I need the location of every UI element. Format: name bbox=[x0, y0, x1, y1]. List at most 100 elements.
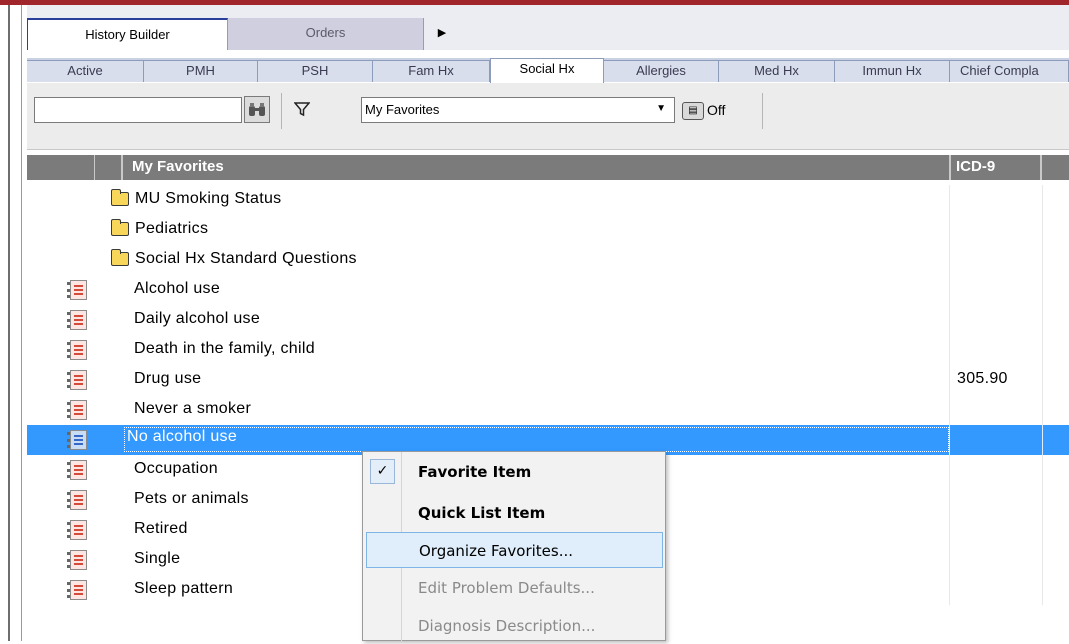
tab-orders[interactable]: Orders bbox=[228, 18, 424, 50]
folder-icon bbox=[111, 189, 129, 206]
left-divider-inner bbox=[21, 5, 22, 641]
binoculars-icon bbox=[249, 103, 265, 116]
toggle-off-button[interactable]: ▤ Off bbox=[682, 97, 725, 123]
menu-item-label: Quick List Item bbox=[418, 504, 546, 522]
column-line bbox=[949, 275, 950, 305]
item-label: Death in the family, child bbox=[134, 340, 315, 357]
history-item-icon bbox=[67, 490, 87, 510]
column-line bbox=[1042, 395, 1043, 425]
filter-icon[interactable] bbox=[294, 101, 310, 117]
toolbar-separator bbox=[281, 93, 282, 129]
subtab-psh[interactable]: PSH bbox=[258, 60, 373, 82]
item-label: No alcohol use bbox=[124, 427, 949, 452]
subtab-fam-hx[interactable]: Fam Hx bbox=[373, 60, 490, 82]
column-line bbox=[949, 545, 950, 575]
history-item-icon bbox=[67, 340, 87, 360]
toggle-off-label: Off bbox=[707, 102, 726, 118]
folder-row[interactable]: Social Hx Standard Questions bbox=[27, 245, 1069, 275]
item-label: Occupation bbox=[134, 460, 218, 477]
menu-item-organize-favorites[interactable]: Organize Favorites... bbox=[366, 532, 663, 568]
folder-icon bbox=[111, 249, 129, 266]
binoculars-search-button[interactable] bbox=[244, 96, 270, 123]
item-icd: 305.90 bbox=[957, 370, 1008, 387]
item-label: Sleep pattern bbox=[134, 580, 234, 597]
column-line bbox=[949, 215, 950, 245]
menu-item-edit-problem-defaults[interactable]: Edit Problem Defaults... bbox=[366, 570, 663, 606]
folder-row[interactable]: MU Smoking Status bbox=[27, 185, 1069, 215]
column-line bbox=[949, 455, 950, 485]
item-label: Daily alcohol use bbox=[134, 310, 261, 327]
menu-item-diagnosis-description[interactable]: Diagnosis Description... bbox=[366, 608, 663, 644]
column-line bbox=[1042, 185, 1043, 215]
subtab-immun-hx[interactable]: Immun Hx bbox=[835, 60, 950, 82]
item-label: Alcohol use bbox=[134, 280, 221, 297]
list-item[interactable]: Daily alcohol use bbox=[27, 305, 1069, 335]
menu-item-favorite-item[interactable]: ✓ Favorite Item bbox=[366, 454, 663, 490]
folder-row[interactable]: Pediatrics bbox=[27, 215, 1069, 245]
subtab-med-hx[interactable]: Med Hx bbox=[719, 60, 835, 82]
history-subtab-bar: Active PMH PSH Fam Hx Social Hx Allergie… bbox=[27, 58, 1069, 83]
favorites-dropdown-value: My Favorites bbox=[365, 102, 440, 117]
column-line bbox=[1042, 305, 1043, 335]
history-item-icon bbox=[67, 370, 87, 390]
history-item-icon bbox=[67, 400, 87, 420]
grid-header-icd9[interactable]: ICD-9 bbox=[949, 155, 1042, 180]
left-divider bbox=[8, 5, 10, 641]
column-line bbox=[1042, 335, 1043, 365]
column-line bbox=[1042, 425, 1043, 455]
column-line bbox=[949, 245, 950, 275]
tab-history-builder[interactable]: History Builder bbox=[27, 18, 228, 50]
history-item-icon bbox=[67, 430, 87, 450]
left-margin bbox=[0, 5, 27, 641]
folder-label: Social Hx Standard Questions bbox=[135, 250, 357, 267]
column-line bbox=[1042, 515, 1043, 545]
column-line bbox=[949, 365, 950, 395]
column-line bbox=[949, 425, 950, 455]
grid-header-blank bbox=[27, 155, 95, 180]
search-input[interactable] bbox=[34, 97, 242, 123]
column-line bbox=[1042, 455, 1043, 485]
subtab-pmh[interactable]: PMH bbox=[144, 60, 258, 82]
checkmark-icon: ✓ bbox=[370, 459, 395, 484]
subtab-chief-complaint[interactable]: Chief Compla bbox=[950, 60, 1069, 82]
item-label: Never a smoker bbox=[134, 400, 252, 417]
favorites-dropdown[interactable]: My Favorites ▼ bbox=[361, 97, 675, 123]
history-item-icon bbox=[67, 580, 87, 600]
item-label: Retired bbox=[134, 520, 188, 537]
menu-item-label: Edit Problem Defaults... bbox=[418, 579, 595, 597]
item-label: Pets or animals bbox=[134, 490, 249, 507]
item-label: Single bbox=[134, 550, 181, 567]
subtab-allergies[interactable]: Allergies bbox=[604, 60, 719, 82]
tab-scroll-right-icon[interactable]: ▶ bbox=[432, 18, 452, 50]
menu-item-quick-list-item[interactable]: Quick List Item bbox=[366, 495, 663, 531]
column-line bbox=[949, 335, 950, 365]
search-toolbar: My Favorites ▼ ▤ Off bbox=[27, 83, 1069, 150]
top-tab-bar: History Builder Orders ▶ bbox=[27, 5, 1069, 50]
history-item-icon bbox=[67, 460, 87, 480]
menu-item-label: Organize Favorites... bbox=[419, 542, 574, 560]
column-line bbox=[1042, 365, 1043, 395]
list-item[interactable]: Drug use 305.90 bbox=[27, 365, 1069, 395]
subtab-social-hx[interactable]: Social Hx bbox=[490, 58, 604, 83]
item-label: Drug use bbox=[134, 370, 202, 387]
folder-icon bbox=[111, 219, 129, 236]
grid-header: My Favorites ICD-9 bbox=[27, 155, 1069, 180]
grid-header-title[interactable]: My Favorites bbox=[132, 158, 224, 175]
folder-label: Pediatrics bbox=[135, 220, 209, 237]
history-item-icon bbox=[67, 280, 87, 300]
history-item-icon bbox=[67, 550, 87, 570]
column-line bbox=[949, 185, 950, 215]
toolbar-separator bbox=[762, 93, 763, 129]
column-line bbox=[1042, 485, 1043, 515]
subtab-active[interactable]: Active bbox=[27, 60, 144, 82]
list-item[interactable]: Death in the family, child bbox=[27, 335, 1069, 365]
column-line bbox=[1042, 245, 1043, 275]
column-line bbox=[1042, 545, 1043, 575]
column-line bbox=[949, 515, 950, 545]
list-item[interactable]: Never a smoker bbox=[27, 395, 1069, 425]
history-item-icon bbox=[67, 310, 87, 330]
menu-item-label: Diagnosis Description... bbox=[418, 617, 596, 635]
book-icon: ▤ bbox=[682, 102, 704, 121]
list-item[interactable]: Alcohol use bbox=[27, 275, 1069, 305]
column-line bbox=[949, 395, 950, 425]
